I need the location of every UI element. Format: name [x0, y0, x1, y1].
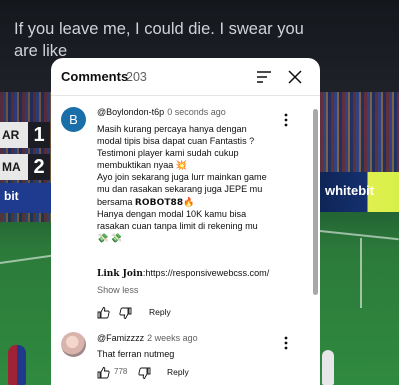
comment-line: Testimoni player kami sudah cukup	[97, 148, 239, 159]
dislike-icon[interactable]	[119, 307, 132, 320]
show-less-button[interactable]: Show less	[97, 285, 138, 295]
sort-icon[interactable]	[254, 67, 274, 87]
comment-line: modal tipis bisa dapat cuan Fantastis ?	[97, 136, 255, 147]
scoreboard: AR 1 MA 2	[0, 118, 52, 180]
comment-author[interactable]: @Boylondon-t6p	[97, 107, 164, 117]
comment-line: membuktikan nyaa 💥	[97, 160, 188, 171]
comment-author-line: @Famizzzz 2 weeks ago	[97, 333, 198, 343]
close-icon[interactable]	[285, 67, 305, 87]
comment-line: rasakan cuan tanpa limit di rekening mu	[97, 220, 258, 231]
reply-button[interactable]: Reply	[149, 307, 171, 317]
comment-link[interactable]: :https://responsivewebcss.com/	[143, 268, 269, 278]
comment-time: 0 seconds ago	[167, 107, 226, 117]
comments-header: Comments 203	[51, 58, 320, 96]
reply-button[interactable]: Reply	[167, 367, 189, 377]
scoreboard-score: 2	[28, 154, 50, 180]
like-icon[interactable]	[97, 306, 110, 319]
scrollbar-thumb[interactable]	[313, 109, 318, 295]
comments-panel: Comments 203 B @Boylondon-t6p 0 seconds a…	[51, 58, 320, 385]
comment-link-line: 𝐋𝐢𝐧𝐤 𝐉𝐨𝐢𝐧:https://responsivewebcss.com/	[97, 268, 269, 279]
scoreboard-team: MA	[0, 154, 28, 180]
comment-line: bersama 𝗥𝗢𝗕𝗢𝗧𝟴𝟴🔥	[97, 196, 283, 208]
stadium-crowd-right	[320, 92, 399, 184]
player-figure	[8, 345, 26, 385]
like-icon[interactable]	[97, 366, 110, 379]
player-figure	[322, 350, 334, 385]
comment-line: Masih kurang percaya hanya dengan	[97, 124, 247, 134]
like-count: 778	[114, 367, 128, 376]
dislike-icon[interactable]	[138, 367, 151, 380]
comment-brand: 𝗥𝗢𝗕𝗢𝗧𝟴𝟴	[134, 196, 184, 207]
comment-line: mu dan rasakan sekarang juga JEPE mu	[97, 184, 263, 195]
comment-text: That ferran nutmeg	[97, 349, 175, 359]
scoreboard-score: 1	[28, 122, 50, 148]
pitch-line	[360, 238, 362, 308]
comment-text: Masih kurang percaya hanya dengan modal …	[97, 123, 283, 244]
ad-board-text: whitebit	[325, 183, 375, 198]
comment-author-line: @Boylondon-t6p 0 seconds ago	[97, 107, 226, 117]
comments-count: 203	[126, 70, 147, 84]
comments-title: Comments	[61, 69, 129, 84]
ad-board-text: bit	[4, 189, 19, 203]
link-label: 𝐋𝐢𝐧𝐤 𝐉𝐨𝐢𝐧	[97, 269, 143, 279]
video-caption: If you leave me, I could die. I swear yo…	[14, 20, 304, 60]
comment-author[interactable]: @Famizzzz	[97, 333, 144, 343]
pitch-line	[0, 254, 52, 264]
comment-time: 2 weeks ago	[147, 333, 198, 343]
scoreboard-team: AR	[0, 122, 28, 148]
comment-line: 💸 💸	[97, 232, 123, 243]
avatar[interactable]	[61, 332, 86, 357]
comment-line-part: bersama	[97, 196, 133, 207]
fire-emoji: 🔥	[183, 196, 195, 207]
avatar[interactable]: B	[61, 107, 86, 132]
comment-line: Ayo join sekarang juga lurr mainkan game	[97, 172, 267, 183]
comment-line: Hanya dengan modal 10K kamu bisa	[97, 208, 247, 219]
